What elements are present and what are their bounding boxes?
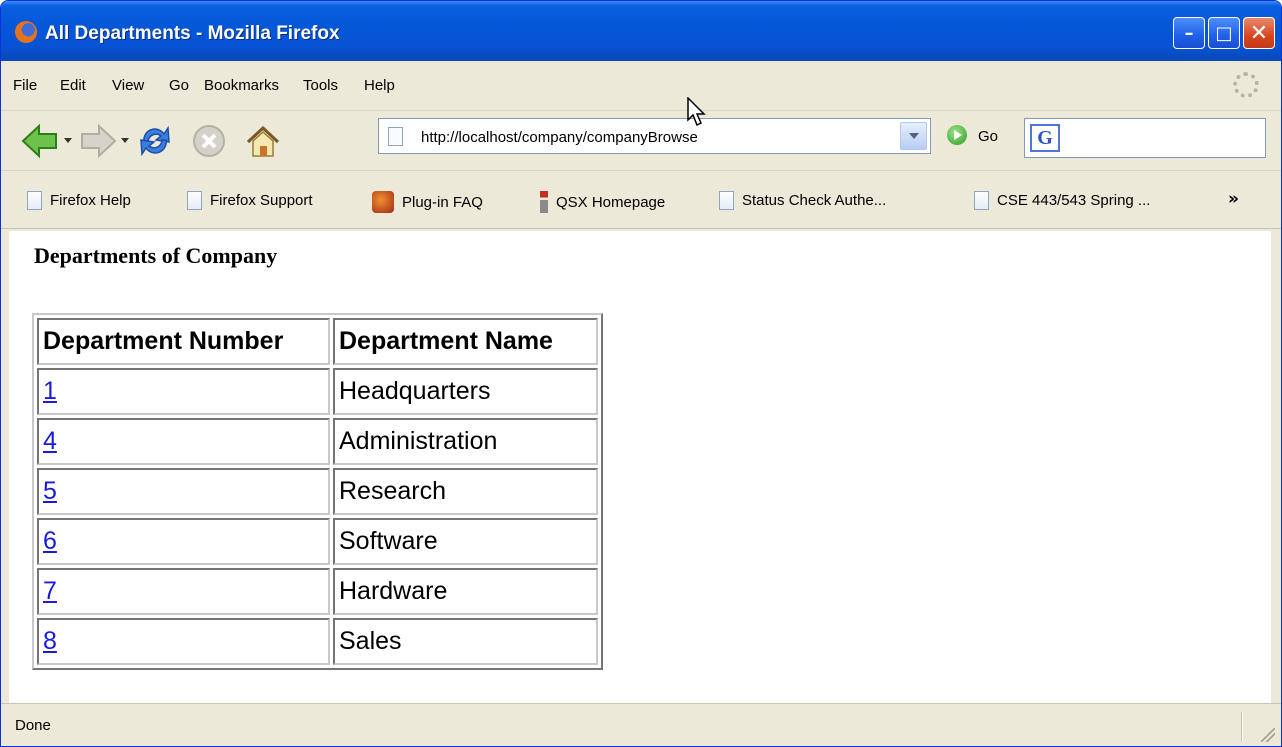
department-number-cell: 5 [37,468,330,515]
department-name-cell: Headquarters [333,368,598,415]
window-title: All Departments - Mozilla Firefox [45,23,340,44]
forward-history-dropdown[interactable] [121,138,129,143]
title-bar[interactable]: All Departments - Mozilla Firefox – □ ✕ [1,1,1281,61]
menu-edit[interactable]: Edit [60,77,86,94]
table-row: 4 Administration [37,418,598,465]
status-text: Done [15,717,51,734]
department-name-cell: Sales [333,618,598,665]
mouse-pointer-icon [687,97,706,127]
bookmark-label: CSE 443/543 Spring ... [997,192,1151,209]
resize-grip-icon[interactable] [1261,728,1275,742]
departments-table: Department Number Department Name 1 Head… [32,313,603,670]
url-history-dropdown[interactable] [900,122,927,150]
bookmark-label: QSX Homepage [556,193,666,211]
page-icon [187,191,202,210]
menu-bar: File Edit View Go Bookmarks Tools Help [1,61,1281,111]
menu-go[interactable]: Go [169,77,189,94]
table-row: 7 Hardware [37,568,598,615]
department-link[interactable]: 6 [43,527,57,555]
plugin-icon [372,191,394,213]
department-link[interactable]: 1 [43,377,57,405]
page-icon [974,191,989,210]
table-header-row: Department Number Department Name [37,318,598,365]
bookmark-cse-course[interactable]: CSE 443/543 Spring ... [974,191,1150,210]
bookmark-label: Firefox Support [210,192,313,209]
activity-throbber-icon [1233,72,1259,98]
url-input[interactable]: http://localhost/company/companyBrowse [421,129,698,146]
department-name-cell: Research [333,468,598,515]
department-name-cell: Administration [333,418,598,465]
department-number-cell: 8 [37,618,330,665]
menu-tools[interactable]: Tools [303,77,338,94]
bookmark-label: Firefox Help [50,192,131,209]
menu-file[interactable]: File [13,77,37,94]
bookmark-label: Plug-in FAQ [402,193,483,211]
bookmark-status-check[interactable]: Status Check Authe... [719,191,886,210]
bookmark-qsx-homepage[interactable]: QSX Homepage [540,191,665,213]
page-icon [27,191,42,210]
bookmark-label: Status Check Authe... [742,192,887,209]
department-link[interactable]: 5 [43,477,57,505]
stop-icon[interactable] [190,122,228,160]
go-arrow-icon[interactable] [947,125,967,145]
search-bar[interactable]: G [1024,118,1266,158]
window-controls: – □ ✕ [1173,17,1275,49]
department-link[interactable]: 8 [43,627,57,655]
bookmark-firefox-help[interactable]: Firefox Help [27,191,131,210]
status-bar: Done [1,703,1281,746]
table-row: 6 Software [37,518,598,565]
status-divider [1241,712,1243,742]
column-header-name: Department Name [333,318,598,365]
more-bookmarks-chevron-icon[interactable]: » [1228,189,1239,209]
department-link[interactable]: 7 [43,577,57,605]
info-icon [540,191,548,213]
table-row: 5 Research [37,468,598,515]
go-button[interactable]: Go [978,128,998,145]
department-link[interactable]: 4 [43,427,57,455]
firefox-logo-icon [15,21,37,43]
column-header-number: Department Number [37,318,330,365]
department-number-cell: 1 [37,368,330,415]
forward-arrow-icon[interactable] [79,122,117,160]
reload-icon[interactable] [136,122,174,160]
department-number-cell: 6 [37,518,330,565]
department-number-cell: 4 [37,418,330,465]
bookmark-firefox-support[interactable]: Firefox Support [187,191,313,210]
maximize-button[interactable]: □ [1208,17,1240,49]
department-name-cell: Software [333,518,598,565]
page-content: Departments of Company Department Number… [9,231,1271,703]
close-button[interactable]: ✕ [1243,17,1275,49]
menu-view[interactable]: View [112,77,144,94]
page-icon [388,127,403,146]
back-history-dropdown[interactable] [64,138,72,143]
page-icon [719,191,734,210]
minimize-button[interactable]: – [1173,17,1205,49]
back-arrow-icon[interactable] [21,122,59,160]
department-name-cell: Hardware [333,568,598,615]
google-search-icon[interactable]: G [1030,124,1060,152]
menu-bookmarks[interactable]: Bookmarks [204,77,279,94]
browser-window: All Departments - Mozilla Firefox – □ ✕ … [0,0,1282,747]
menu-help[interactable]: Help [364,77,395,94]
department-number-cell: 7 [37,568,330,615]
url-bar[interactable]: http://localhost/company/companyBrowse [378,118,931,154]
page-title: Departments of Company [34,243,278,268]
bookmark-plugin-faq[interactable]: Plug-in FAQ [372,191,483,213]
home-icon[interactable] [244,122,282,160]
table-row: 8 Sales [37,618,598,665]
table-row: 1 Headquarters [37,368,598,415]
bookmarks-toolbar: Firefox Help Firefox Support Plug-in FAQ… [1,171,1281,229]
